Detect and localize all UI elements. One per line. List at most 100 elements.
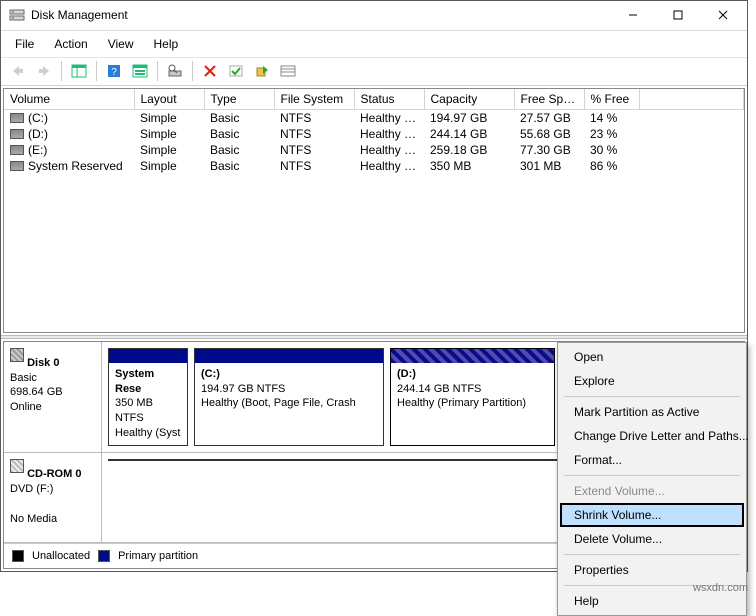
partition-size: 350 MB NTFS (115, 397, 153, 424)
column-header[interactable]: Volume (4, 89, 134, 110)
table-row[interactable]: (D:)SimpleBasicNTFSHealthy (P...244.14 G… (4, 126, 744, 142)
toolbar-separator (61, 61, 62, 81)
partition-status: Healthy (Boot, Page File, Crash (201, 397, 356, 409)
drive-icon (10, 161, 24, 171)
ctx-separator (564, 554, 740, 555)
ctx-open[interactable]: Open (560, 345, 744, 369)
splitter[interactable] (1, 335, 747, 339)
titlebar: Disk Management (1, 1, 747, 31)
cell-volume: (D:) (4, 126, 134, 142)
cell-pct: 86 % (584, 158, 639, 174)
partition-title: (C:) (201, 368, 220, 380)
close-button[interactable] (700, 1, 745, 29)
cell-fs: NTFS (274, 158, 354, 174)
list-view-button[interactable] (277, 60, 299, 82)
cell-free: 55.68 GB (514, 126, 584, 142)
window-controls (610, 1, 745, 29)
drive-icon (10, 129, 24, 139)
cell-fs: NTFS (274, 109, 354, 126)
column-header[interactable]: Capacity (424, 89, 514, 110)
legend-unallocated: Unallocated (32, 550, 90, 562)
refresh-button[interactable] (251, 60, 273, 82)
settings-button[interactable] (129, 60, 151, 82)
cell-volume: System Reserved (4, 158, 134, 174)
cell-spacer (639, 109, 744, 126)
maximize-button[interactable] (655, 1, 700, 29)
minimize-button[interactable] (610, 1, 655, 29)
cdrom-media: No Media (10, 513, 57, 525)
disk-status: Online (10, 401, 42, 413)
partition-size: 194.97 GB NTFS (201, 383, 285, 395)
cell-status: Healthy (S... (354, 158, 424, 174)
disk-size: 698.64 GB (10, 386, 63, 398)
column-header[interactable]: Layout (134, 89, 204, 110)
ctx-properties[interactable]: Properties (560, 558, 744, 582)
table-header-row: VolumeLayoutTypeFile SystemStatusCapacit… (4, 89, 744, 110)
disk-type: Basic (10, 372, 37, 384)
toolbar: ? (1, 58, 747, 86)
column-header[interactable]: Status (354, 89, 424, 110)
back-button[interactable] (7, 60, 29, 82)
cell-type: Basic (204, 126, 274, 142)
ctx-delete[interactable]: Delete Volume... (560, 527, 744, 551)
forward-button[interactable] (33, 60, 55, 82)
show-hide-console-tree-button[interactable] (68, 60, 90, 82)
partition-status: Healthy (Primary Partition) (397, 397, 526, 409)
ctx-change-letter[interactable]: Change Drive Letter and Paths... (560, 424, 744, 448)
table-row[interactable]: (C:)SimpleBasicNTFSHealthy (B...194.97 G… (4, 109, 744, 126)
cdrom-info[interactable]: CD-ROM 0 DVD (F:) No Media (4, 453, 102, 542)
disk-info[interactable]: Disk 0 Basic 698.64 GB Online (4, 342, 102, 452)
delete-button[interactable] (199, 60, 221, 82)
ctx-explore[interactable]: Explore (560, 369, 744, 393)
cell-spacer (639, 142, 744, 158)
ctx-mark-active[interactable]: Mark Partition as Active (560, 400, 744, 424)
column-header[interactable]: Free Spa... (514, 89, 584, 110)
ctx-shrink[interactable]: Shrink Volume... (560, 503, 744, 527)
check-button[interactable] (225, 60, 247, 82)
partition-color-bar (109, 349, 187, 363)
menu-file[interactable]: File (5, 33, 44, 55)
cell-pct: 23 % (584, 126, 639, 142)
partition-color-bar (391, 349, 554, 363)
menu-view[interactable]: View (98, 33, 144, 55)
cell-layout: Simple (134, 142, 204, 158)
watermark: wsxdn.com (693, 582, 748, 594)
ctx-separator (564, 396, 740, 397)
window-title: Disk Management (31, 8, 610, 22)
table-row[interactable]: (E:)SimpleBasicNTFSHealthy (P...259.18 G… (4, 142, 744, 158)
ctx-format[interactable]: Format... (560, 448, 744, 472)
partition[interactable]: System Rese350 MB NTFS Healthy (Syst (108, 348, 188, 446)
help-button[interactable]: ? (103, 60, 125, 82)
partition-color-bar (195, 349, 383, 363)
menu-action[interactable]: Action (44, 33, 97, 55)
column-header[interactable]: Type (204, 89, 274, 110)
cell-status: Healthy (P... (354, 126, 424, 142)
column-header[interactable]: % Free (584, 89, 639, 110)
volume-list-pane[interactable]: VolumeLayoutTypeFile SystemStatusCapacit… (3, 88, 745, 333)
cell-layout: Simple (134, 126, 204, 142)
column-header[interactable]: File System (274, 89, 354, 110)
cell-pct: 14 % (584, 109, 639, 126)
disk-icon (10, 348, 24, 362)
properties-button[interactable] (164, 60, 186, 82)
partition[interactable]: (D:)244.14 GB NTFSHealthy (Primary Parti… (390, 348, 555, 446)
table-row[interactable]: System ReservedSimpleBasicNTFSHealthy (S… (4, 158, 744, 174)
cell-spacer (639, 158, 744, 174)
partition-title: System Rese (115, 368, 154, 395)
partition[interactable]: (C:) 194.97 GB NTFS Healthy (Boot, Page Fi… (194, 348, 384, 446)
volume-table: VolumeLayoutTypeFile SystemStatusCapacit… (4, 89, 744, 174)
partition-status: Healthy (Syst (115, 427, 180, 439)
context-menu: Open Explore Mark Partition as Active Ch… (557, 342, 747, 616)
cell-fs: NTFS (274, 126, 354, 142)
cell-capacity: 194.97 GB (424, 109, 514, 126)
column-header-spacer (639, 89, 744, 110)
cell-type: Basic (204, 109, 274, 126)
cdrom-sub: DVD (F:) (10, 483, 53, 495)
cell-status: Healthy (P... (354, 142, 424, 158)
cell-spacer (639, 126, 744, 142)
cell-type: Basic (204, 158, 274, 174)
cdrom-name: CD-ROM 0 (27, 468, 81, 480)
menu-help[interactable]: Help (144, 33, 189, 55)
partition-body: System Rese350 MB NTFS Healthy (Syst (109, 363, 187, 445)
cell-free: 301 MB (514, 158, 584, 174)
